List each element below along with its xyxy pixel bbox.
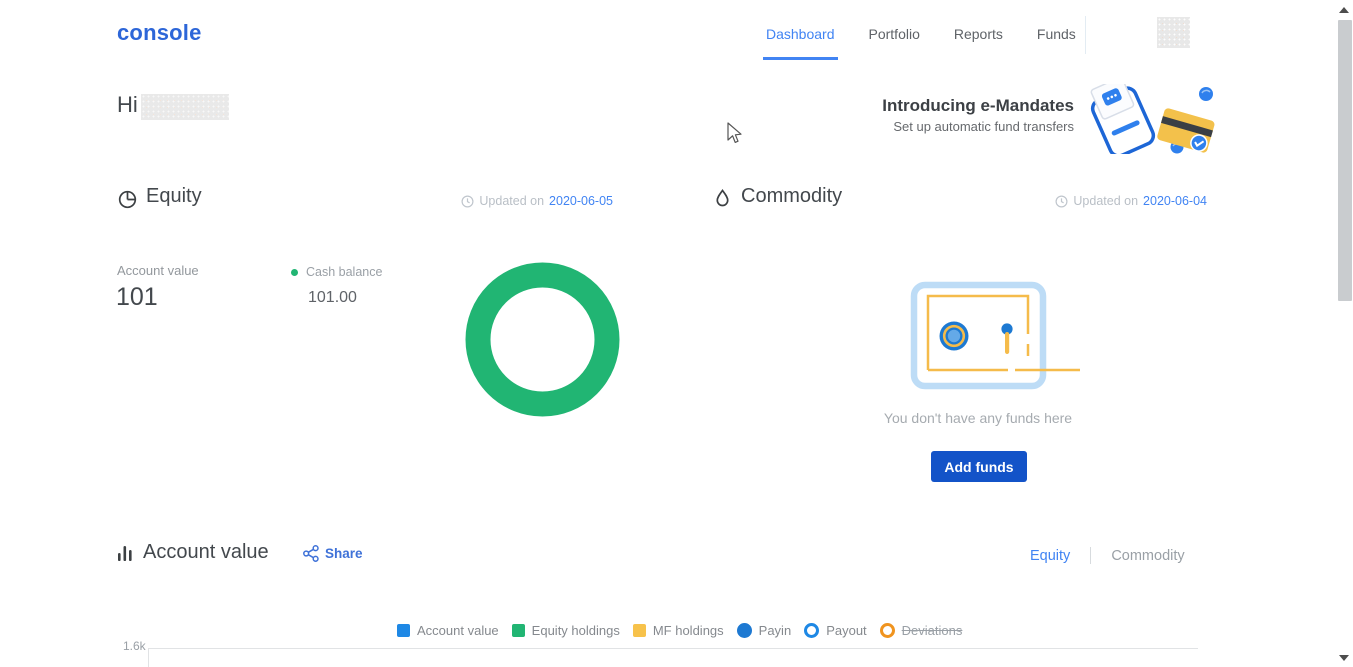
scrollbar-up-arrow-icon[interactable] [1339, 7, 1349, 13]
account-value-section-title: Account value [143, 541, 269, 563]
equity-updated-date: 2020-06-05 [549, 194, 613, 208]
y-axis-tick-label: 1.6k [123, 639, 146, 653]
scrollbar-down-arrow-icon[interactable] [1339, 655, 1349, 661]
legend-swatch-square [632, 624, 646, 637]
user-name-redacted [141, 94, 229, 120]
chart-legend: Account value Equity holdings MF holding… [397, 623, 962, 638]
nav-tab-portfolio[interactable]: Portfolio [869, 26, 920, 42]
commodity-updated-date: 2020-06-04 [1143, 194, 1207, 208]
legend-item-equity-holdings[interactable]: Equity holdings [511, 623, 620, 638]
commodity-updated: Updated on 2020-06-04 [1014, 194, 1207, 208]
legend-swatch-ring [804, 623, 820, 638]
commodity-section-title: Commodity [741, 185, 843, 207]
clock-icon [1055, 194, 1068, 208]
equity-updated: Updated on 2020-06-05 [420, 194, 613, 208]
legend-label: Payin [758, 623, 792, 638]
droplet-icon [716, 189, 729, 207]
chart-segment-toggle: Equity Commodity [1030, 547, 1185, 564]
updated-label: Updated on [479, 194, 545, 208]
cash-balance-label: Cash balance [306, 265, 383, 279]
cash-balance-dot [291, 269, 298, 276]
nav-tab-reports[interactable]: Reports [954, 26, 1003, 42]
emandates-illustration-icon [1090, 84, 1215, 154]
legend-swatch-square [511, 624, 525, 637]
account-value-label: Account value [117, 263, 199, 278]
nav-tab-dashboard[interactable]: Dashboard [763, 26, 837, 60]
share-button[interactable]: Share [303, 545, 363, 562]
legend-item-account-value[interactable]: Account value [397, 623, 499, 638]
legend-item-mf-holdings[interactable]: MF holdings [632, 623, 724, 638]
safe-illustration-icon [910, 281, 1080, 390]
main-nav: Dashboard Portfolio Reports Funds [763, 26, 1076, 60]
avatar[interactable] [1157, 17, 1190, 48]
console-logo[interactable]: console [117, 20, 202, 46]
legend-swatch-circle [736, 623, 752, 638]
legend-swatch-square [397, 624, 410, 637]
bar-chart-icon [118, 546, 132, 561]
legend-item-payout[interactable]: Payout [804, 623, 867, 638]
equity-section-title: Equity [146, 185, 202, 207]
legend-label: Account value [417, 623, 499, 638]
promo-subtitle: Set up automatic fund transfers [893, 119, 1074, 134]
share-icon [303, 545, 319, 562]
clock-icon [461, 194, 474, 208]
legend-swatch-ring [879, 623, 895, 638]
emandates-promo[interactable]: Introducing e-Mandates Set up automatic … [774, 96, 1074, 134]
toggle-commodity[interactable]: Commodity [1111, 548, 1184, 564]
chart-axis-line [148, 648, 149, 667]
toggle-equity[interactable]: Equity [1030, 548, 1070, 564]
header-divider [1085, 16, 1086, 54]
scrollbar-thumb[interactable] [1338, 20, 1352, 301]
updated-label: Updated on [1073, 194, 1139, 208]
greeting-text: Hi [117, 92, 138, 117]
legend-label: Equity holdings [531, 623, 620, 638]
legend-item-deviations[interactable]: Deviations [879, 623, 963, 638]
console-dashboard-page: console Dashboard Portfolio Reports Fund… [0, 0, 1353, 667]
pie-chart-icon [118, 190, 137, 209]
toggle-divider [1090, 547, 1092, 564]
chart-gridline [148, 648, 1198, 649]
legend-label: MF holdings [652, 623, 724, 638]
donut-segment-cash[interactable] [465, 262, 620, 417]
mouse-cursor-icon [727, 122, 742, 143]
legend-label: Deviations [901, 623, 963, 638]
equity-donut-chart[interactable] [465, 262, 620, 417]
share-label: Share [325, 546, 363, 561]
legend-label: Payout [826, 623, 867, 638]
commodity-empty-text: You don't have any funds here [883, 410, 1073, 426]
legend-item-payin[interactable]: Payin [736, 623, 792, 638]
account-value: 101 [116, 283, 158, 311]
add-funds-button[interactable]: Add funds [931, 451, 1027, 482]
nav-tab-funds[interactable]: Funds [1037, 26, 1076, 42]
cash-balance-value: 101.00 [308, 289, 357, 306]
promo-title: Introducing e-Mandates [882, 96, 1074, 115]
